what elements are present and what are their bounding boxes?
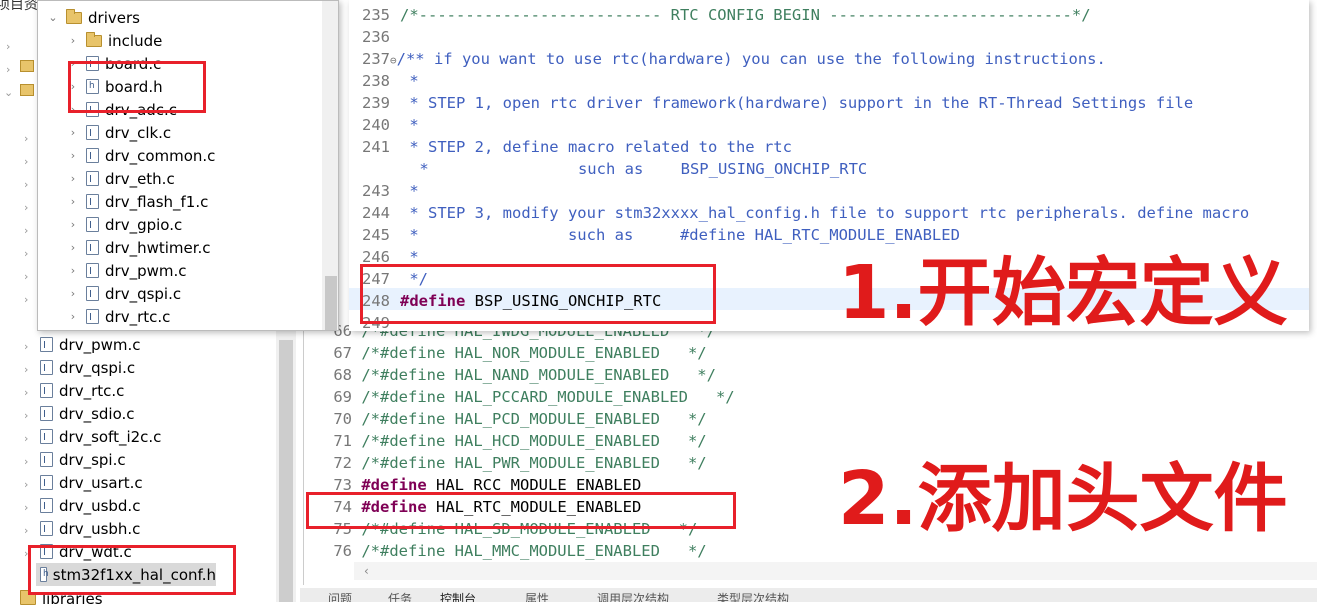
- chevron-right-icon: ›: [70, 218, 76, 231]
- tab-problems[interactable]: 问题: [328, 590, 352, 602]
- highlight-board-h: [68, 61, 206, 113]
- tree-item-drv-eth[interactable]: › drv_eth.c: [66, 167, 175, 190]
- tree-item-drv-soft-i2c[interactable]: drv_soft_i2c.c: [40, 425, 161, 448]
- tree-item-drv-rtc[interactable]: drv_rtc.c: [40, 379, 124, 402]
- code-line: 237⊖/** if you want to use rtc(hardware)…: [362, 48, 1106, 70]
- c-file-icon: [40, 521, 53, 536]
- tree-item-drv-qspi[interactable]: drv_qspi.c: [40, 356, 135, 379]
- tree-item-include[interactable]: › include: [66, 29, 162, 52]
- tree-item-drv-qspi[interactable]: › drv_qspi.c: [66, 282, 181, 305]
- code-line: 241 * STEP 2, define macro related to th…: [362, 138, 792, 156]
- tree-item-drv-spi[interactable]: drv_spi.c: [40, 448, 126, 471]
- tree-item-drv-rtc[interactable]: › drv_rtc.c: [66, 305, 171, 328]
- chevron-right-icon: ›: [70, 126, 76, 139]
- tree-item-drv-pwm[interactable]: drv_pwm.c: [40, 333, 140, 356]
- tree-item-drv-usbh[interactable]: drv_usbh.c: [40, 517, 140, 540]
- annotation-step2: 2.添加头文件: [838, 456, 1288, 542]
- c-file-icon: [86, 263, 99, 278]
- code-line: 71 /*#define HAL_HCD_MODULE_ENABLED */: [333, 432, 707, 450]
- chevron-right-icon: ›: [70, 195, 76, 208]
- c-file-icon: [40, 383, 53, 398]
- bottom-tab-bar: 问题 任务 控制台 属性 调用层次结构 类型层次结构: [300, 588, 1317, 602]
- highlight-define-hal-rtc: [306, 492, 736, 529]
- horizontal-scrollbar[interactable]: ‹: [354, 562, 1317, 580]
- tree-item-drv-clk[interactable]: › drv_clk.c: [66, 121, 171, 144]
- c-file-icon: [86, 286, 99, 301]
- folder-icon: [86, 31, 102, 47]
- folder-icon: [20, 84, 34, 96]
- annotation-step1: 1.开始宏定义: [838, 250, 1288, 336]
- code-line: 69 /*#define HAL_PCCARD_MODULE_ENABLED *…: [333, 388, 735, 406]
- c-file-icon: [40, 498, 53, 513]
- chevron-right-icon: ›: [70, 264, 76, 277]
- code-line: 239 * STEP 1, open rtc driver framework(…: [362, 94, 1194, 112]
- tree-item-drv-hwtimer[interactable]: › drv_hwtimer.c: [66, 236, 211, 259]
- code-line: 243 *: [362, 182, 419, 200]
- c-file-icon: [86, 240, 99, 255]
- c-file-icon: [40, 475, 53, 490]
- chevron-right-icon: ›: [70, 310, 76, 323]
- tree-item-drv-pwm[interactable]: › drv_pwm.c: [66, 259, 187, 282]
- chevron-down-icon: ⌄: [48, 11, 58, 24]
- tab-type-hierarchy[interactable]: 类型层次结构: [717, 590, 789, 602]
- popup-tree-panel: ⌄drivers ›include ›board.c ›board.h ›drv…: [37, 0, 339, 331]
- code-line: 76 /*#define HAL_MMC_MODULE_ENABLED */: [333, 542, 707, 560]
- c-file-icon: [86, 148, 99, 163]
- code-line: 72 /*#define HAL_PWR_MODULE_ENABLED */: [333, 454, 707, 472]
- highlight-hal-conf: [28, 545, 236, 595]
- chevron-right-icon: ›: [70, 149, 76, 162]
- tree-item-drv-sdio[interactable]: drv_sdio.c: [40, 402, 135, 425]
- c-file-icon: [40, 406, 53, 421]
- c-file-icon: [86, 309, 99, 324]
- code-line: 236: [362, 28, 390, 46]
- chevron-right-icon: ›: [70, 172, 76, 185]
- code-line: 245 * such as #define HAL_RTC_MODULE_ENA…: [362, 226, 960, 244]
- tree-item-drv-usbd[interactable]: drv_usbd.c: [40, 494, 140, 517]
- tree-item-drv-gpio[interactable]: › drv_gpio.c: [66, 213, 182, 236]
- highlight-define-bsp: [360, 264, 716, 324]
- code-line: 70 /*#define HAL_PCD_MODULE_ENABLED */: [333, 410, 707, 428]
- explorer-scrollbar[interactable]: [276, 330, 296, 602]
- tree-item-drv-usart[interactable]: drv_usart.c: [40, 471, 143, 494]
- chevron-right-icon: ›: [70, 241, 76, 254]
- code-line: 67 /*#define HAL_NOR_MODULE_ENABLED */: [333, 344, 707, 362]
- folder-icon: [20, 60, 34, 72]
- tree-item-drv-common[interactable]: › drv_common.c: [66, 144, 216, 167]
- c-file-icon: [40, 452, 53, 467]
- tab-call-hierarchy[interactable]: 调用层次结构: [597, 590, 669, 602]
- c-file-icon: [40, 360, 53, 375]
- popup-tree-scrollbar[interactable]: [322, 1, 338, 330]
- tab-tasks[interactable]: 任务: [388, 590, 412, 602]
- code-line: 235/*-------------------------- RTC CONF…: [362, 6, 1091, 24]
- c-file-icon: [86, 194, 99, 209]
- folder-open-icon: [66, 8, 82, 24]
- code-line: 238 *: [362, 72, 419, 90]
- tree-item-drivers[interactable]: ⌄ drivers: [46, 6, 140, 29]
- code-line: 244 * STEP 3, modify your stm32xxxx_hal_…: [362, 204, 1250, 222]
- chevron-right-icon: ›: [70, 34, 76, 47]
- c-file-icon: [40, 429, 53, 444]
- fold-icon[interactable]: ⊖: [390, 50, 397, 72]
- tree-item-drv-flash-f1[interactable]: › drv_flash_f1.c: [66, 190, 209, 213]
- c-file-icon: [86, 125, 99, 140]
- tab-console[interactable]: 控制台: [440, 590, 476, 602]
- code-line: 240 *: [362, 116, 419, 134]
- chevron-right-icon: ›: [70, 287, 76, 300]
- tab-properties[interactable]: 属性: [525, 590, 549, 602]
- c-file-icon: [40, 337, 53, 352]
- code-line: 68 /*#define HAL_NAND_MODULE_ENABLED */: [333, 366, 716, 384]
- c-file-icon: [86, 217, 99, 232]
- c-file-icon: [86, 171, 99, 186]
- code-line: * such as BSP_USING_ONCHIP_RTC: [410, 160, 868, 178]
